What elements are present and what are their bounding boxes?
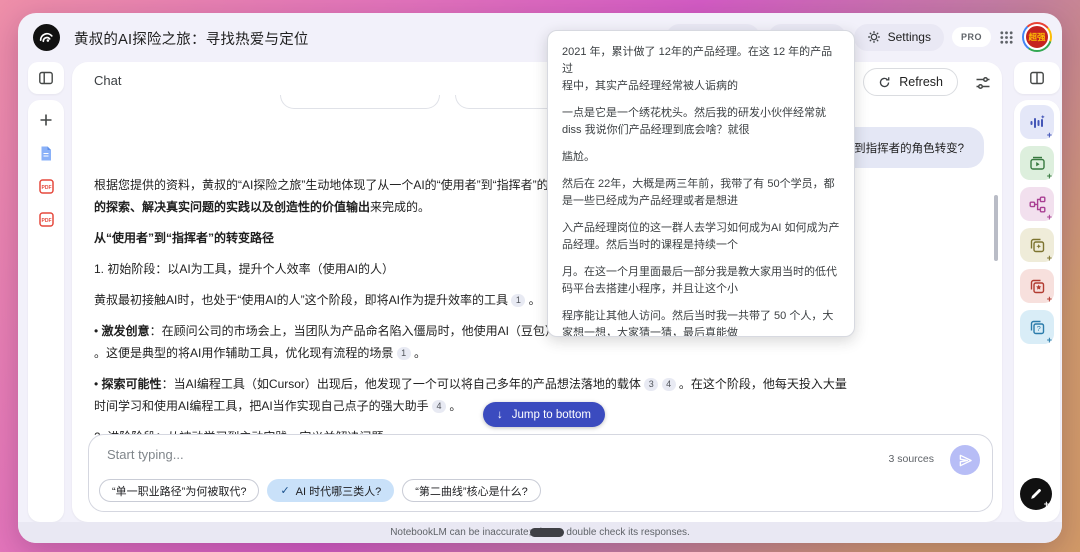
notebook-title: 黄叔的AI探险之旅：寻找热爱与定位 <box>74 32 309 48</box>
sources-panel-toggle[interactable] <box>28 62 64 94</box>
add-icon: + <box>1046 335 1052 345</box>
video-overview-button[interactable]: + <box>1020 146 1054 181</box>
quiz-button[interactable]: ? + <box>1020 310 1054 345</box>
add-icon: + <box>1046 171 1052 181</box>
studio-rail: + + + + + ? + + <box>1014 100 1060 522</box>
pencil-icon <box>1029 487 1043 501</box>
settings-button[interactable]: Settings <box>853 23 944 51</box>
add-icon: + <box>1043 499 1049 509</box>
add-source-icon <box>38 112 54 128</box>
audio-overview-button[interactable]: + <box>1020 105 1054 140</box>
panel-toggle-icon <box>38 70 54 86</box>
sources-count: 3 sources <box>888 453 934 465</box>
quiz-icon: ? <box>1029 319 1046 336</box>
apps-grid-icon <box>999 30 1014 45</box>
tune-sliders-icon <box>975 75 991 91</box>
add-icon: + <box>1046 294 1052 304</box>
audio-overview-icon <box>1029 114 1046 131</box>
refresh-icon <box>878 76 891 89</box>
chat-input-box: 3 sources “单一职业路径”为何被取代? ✓AI 时代哪三类人? “第二曲线… <box>88 434 993 512</box>
citation-chip[interactable]: 1 <box>396 346 411 360</box>
add-note-button[interactable]: + <box>1020 478 1052 510</box>
doc-source-icon <box>38 145 54 162</box>
reports-button[interactable]: + <box>1020 228 1054 263</box>
send-icon <box>958 453 973 468</box>
citation-chip[interactable]: 3 <box>644 377 659 391</box>
suggestion-chip[interactable]: ✓ AI 时代哪三类人? <box>267 479 395 502</box>
gear-icon <box>867 30 881 44</box>
pro-badge: PRO <box>951 27 991 47</box>
apps-grid-button[interactable] <box>999 30 1014 45</box>
check-icon: ✓ <box>280 485 290 497</box>
add-icon: + <box>1046 130 1052 140</box>
mind-map-icon <box>1029 196 1046 213</box>
pdf-source-icon: PDF <box>38 178 55 195</box>
chat-settings-button[interactable] <box>972 72 994 94</box>
avatar-label: 超强 <box>1024 24 1050 50</box>
avatar[interactable]: 超强 <box>1022 22 1052 52</box>
suggestion-chips-row: “单一职业路径”为何被取代? ✓ AI 时代哪三类人? “第二曲线”核心是什么? <box>99 479 541 502</box>
citation-chip[interactable]: 1 <box>511 293 526 307</box>
mind-map-button[interactable]: + <box>1020 187 1054 222</box>
reports-icon <box>1029 237 1046 254</box>
suggestion-chip[interactable]: “第二曲线”核心是什么? <box>402 479 541 502</box>
add-icon: + <box>1046 253 1052 263</box>
flashcards-button[interactable]: + <box>1020 269 1054 304</box>
sources-rail: PDF PDF <box>28 100 64 522</box>
notebooklm-window: 黄叔的AI探险之旅：寻找热爱与定位 Analytics Share Settin… <box>18 13 1062 543</box>
source-citation-tooltip: 2021 年，累计做了 12年的产品经理。在这 12 年的产品过 程中，其实产品… <box>547 30 855 337</box>
flashcards-icon <box>1029 278 1046 295</box>
add-source-button[interactable] <box>34 108 58 132</box>
chat-panel: Chat Refresh 者到指挥者的角色转变? 根据您提供的资料，黄叔的“AI… <box>72 62 1002 522</box>
svg-text:PDF: PDF <box>41 217 51 223</box>
studio-panel-toggle[interactable] <box>1014 62 1060 94</box>
notebooklm-logo <box>33 24 60 51</box>
desktop-background: 黄叔的AI探险之旅：寻找热爱与定位 Analytics Share Settin… <box>0 0 1080 552</box>
suggestion-chip[interactable]: “单一职业路径”为何被取代? <box>99 479 260 502</box>
app-header: 黄叔的AI探险之旅：寻找热爱与定位 Analytics Share Settin… <box>18 13 1062 62</box>
svg-text:?: ? <box>1036 324 1040 333</box>
send-button[interactable] <box>950 445 980 475</box>
jump-to-bottom-button[interactable]: ↓ Jump to bottom <box>483 402 606 427</box>
chat-tab-label: Chat <box>94 73 122 88</box>
previous-suggestion-chip[interactable] <box>280 95 440 109</box>
chat-input[interactable] <box>107 447 707 462</box>
pdf-source-button[interactable]: PDF <box>34 174 58 198</box>
pdf-source-icon: PDF <box>38 211 55 228</box>
doc-source-button[interactable] <box>34 141 58 165</box>
svg-text:PDF: PDF <box>41 184 51 190</box>
arrow-down-icon: ↓ <box>497 408 503 421</box>
chat-scrollbar[interactable] <box>994 195 998 261</box>
refresh-button[interactable]: Refresh <box>863 68 958 96</box>
video-overview-icon <box>1029 155 1046 172</box>
citation-chip[interactable]: 4 <box>661 377 676 391</box>
add-icon: + <box>1046 212 1052 222</box>
citation-chip[interactable]: 4 <box>432 399 447 413</box>
drag-handle[interactable] <box>530 528 564 537</box>
pdf-source-button[interactable]: PDF <box>34 207 58 231</box>
panel-toggle-icon <box>1029 70 1045 86</box>
